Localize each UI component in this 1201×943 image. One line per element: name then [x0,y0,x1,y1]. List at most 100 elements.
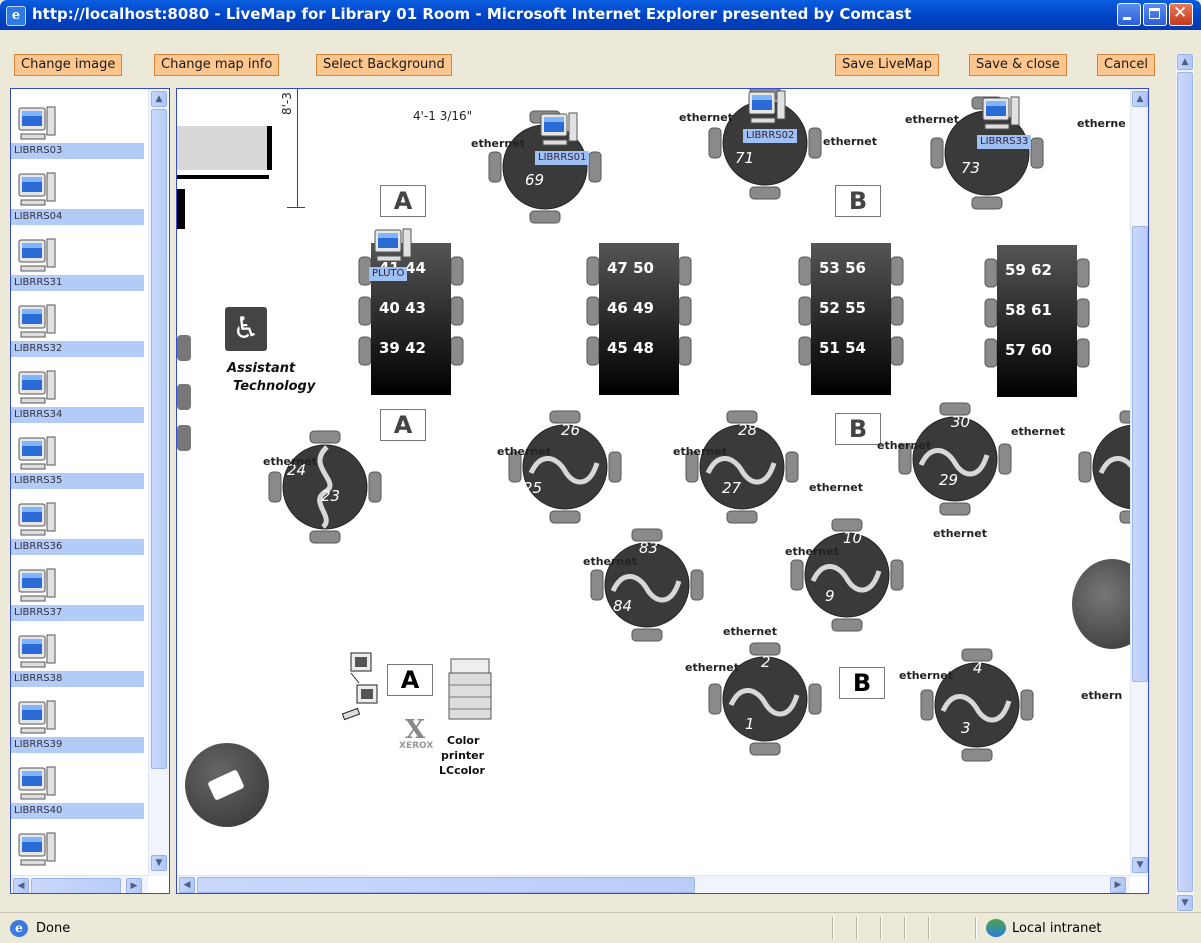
ethernet-label: ethernet [905,113,959,126]
computer-list-item[interactable]: LIBRRS31 [11,229,144,291]
scroll-left-arrow-icon[interactable]: ◀ [13,878,29,893]
scroll-down-arrow-icon[interactable]: ▼ [1132,857,1148,873]
round-table[interactable]: 28 27 [682,407,802,527]
map-panel: 8'-3 4'-1 3/16" A A B B A B ♿ Assistant … [176,88,1149,894]
page-vscroll-thumb[interactable] [1177,72,1193,892]
map-hscrollbar[interactable]: ◀ ▶ [177,875,1130,893]
computer-list-item[interactable]: LIBRRS37 [11,559,144,621]
scroll-up-arrow-icon[interactable]: ▲ [151,91,167,107]
placed-computer-label[interactable]: LIBRRS01 [535,151,590,165]
computer-list-item[interactable]: LIBRRS03 [11,97,144,159]
ethernet-label: ethernet [823,135,877,148]
bank-seat-numbers: 45 48 [607,339,654,357]
scroll-right-arrow-icon[interactable]: ▶ [126,878,142,893]
round-table[interactable]: 30 29 [895,399,1015,519]
scroll-thumb[interactable] [151,109,167,769]
select-background-button[interactable]: Select Background [316,54,452,76]
round-table[interactable]: 331 [1075,407,1132,527]
dimension-top-label: 4'-1 3/16" [413,109,473,123]
dimension-line [297,89,298,207]
change-map-info-button[interactable]: Change map info [154,54,280,76]
computer-label: LIBRRS04 [11,209,144,225]
computer-icon [17,699,57,737]
computer-label: LIBRRS34 [11,407,144,423]
bank-seat-numbers: 51 54 [819,339,866,357]
computer-icon [17,501,57,539]
placed-computer-icon[interactable] [539,111,579,149]
page-vscrollbar[interactable]: ▲ ▼ [1176,54,1194,912]
maximize-button[interactable] [1143,3,1167,26]
round-table[interactable]: 24 23 [265,427,385,547]
placed-computer-label[interactable]: PLUTO [369,267,408,281]
computer-list-item[interactable]: LIBRRS32 [11,295,144,357]
table-number: 83 [639,539,659,557]
placed-computer-icon[interactable] [981,95,1021,133]
bank-seat-numbers: 40 43 [379,299,426,317]
scroll-down-arrow-icon[interactable]: ▼ [151,855,167,871]
change-image-button[interactable]: Change image [14,54,123,76]
printer-brand: XEROX [399,741,434,751]
table-number: 2 [761,653,771,671]
printer-label: printer [441,749,485,762]
computer-bank[interactable]: 47 50 46 49 45 48 [583,239,695,399]
computer-list-item[interactable]: LIBRRS04 [11,163,144,225]
placed-computer-icon[interactable] [373,227,413,265]
table-number: 27 [722,479,742,497]
floor-map[interactable]: 8'-3 4'-1 3/16" A A B B A B ♿ Assistant … [177,89,1132,877]
computer-list-item[interactable]: LIBRRS40 [11,757,144,819]
scroll-up-arrow-icon[interactable]: ▲ [1177,54,1193,70]
map-vscroll-thumb[interactable] [1132,226,1148,682]
scroll-right-arrow-icon[interactable]: ▶ [1110,877,1126,893]
save-livemap-button[interactable]: Save LiveMap [835,54,940,76]
computer-icon [17,765,57,803]
ie-icon: e [6,6,26,26]
dimension-side-label: 8'-3 [280,92,294,115]
save-close-button[interactable]: Save & close [969,54,1067,76]
placed-computer-label[interactable]: LIBRRS33 [977,135,1032,149]
computer-bank[interactable]: 59 62 58 61 57 60 [981,241,1093,401]
chair [177,425,191,451]
computer-icon [17,171,57,209]
ethernet-label: ethernet [785,545,839,558]
computer-list-item[interactable]: LIBRRS38 [11,625,144,687]
computer-list-item[interactable] [11,823,144,869]
technology-label: Technology [233,379,316,394]
table-number: 69 [525,171,545,189]
scroll-up-arrow-icon[interactable]: ▲ [1132,91,1148,107]
table-number: 23 [321,487,341,505]
table-number: 10 [843,529,863,547]
computer-list-item[interactable]: LIBRRS36 [11,493,144,555]
cancel-button[interactable]: Cancel [1097,54,1156,76]
computer-list-item[interactable]: LIBRRS34 [11,361,144,423]
table-number: 73 [961,159,981,177]
computer-bank[interactable]: 53 56 52 55 51 54 [795,239,907,399]
page-done-icon: e [10,920,28,937]
round-table[interactable]: 21 [705,639,825,759]
placed-computer-icon[interactable] [747,89,787,127]
round-table[interactable]: 10 9 [787,515,907,635]
round-table[interactable]: 43 [917,645,1037,765]
scanner-icon [207,769,245,801]
bank-seat-numbers: 52 55 [819,299,866,317]
round-table[interactable] [1072,559,1132,649]
scroll-down-arrow-icon[interactable]: ▼ [1177,895,1193,911]
placed-computer-label[interactable]: LIBRRS02 [743,129,798,143]
map-hscroll-thumb[interactable] [197,877,695,893]
bank-seat-numbers: 47 50 [607,259,654,277]
table-number: 1 [745,715,755,733]
table-number: 26 [561,421,581,439]
scroll-left-arrow-icon[interactable]: ◀ [179,877,195,893]
hscroll-thumb[interactable] [31,878,121,893]
ethernet-label: ethernet [679,111,733,124]
minimize-button[interactable] [1117,3,1141,26]
computer-list-hscrollbar[interactable]: ◀ ▶ [11,875,148,893]
computer-label: LIBRRS37 [11,605,144,621]
computer-list-vscrollbar[interactable]: ▲ ▼ [148,89,169,876]
round-table[interactable]: 26 25 [505,407,625,527]
computer-list-item[interactable]: LIBRRS35 [11,427,144,489]
round-table[interactable]: 83 84 [587,525,707,645]
close-window-button[interactable]: ✕ [1169,3,1193,26]
computer-list-item[interactable]: LIBRRS39 [11,691,144,753]
zone-letter-a: A [380,409,426,441]
map-vscrollbar[interactable]: ▲ ▼ [1130,89,1148,877]
